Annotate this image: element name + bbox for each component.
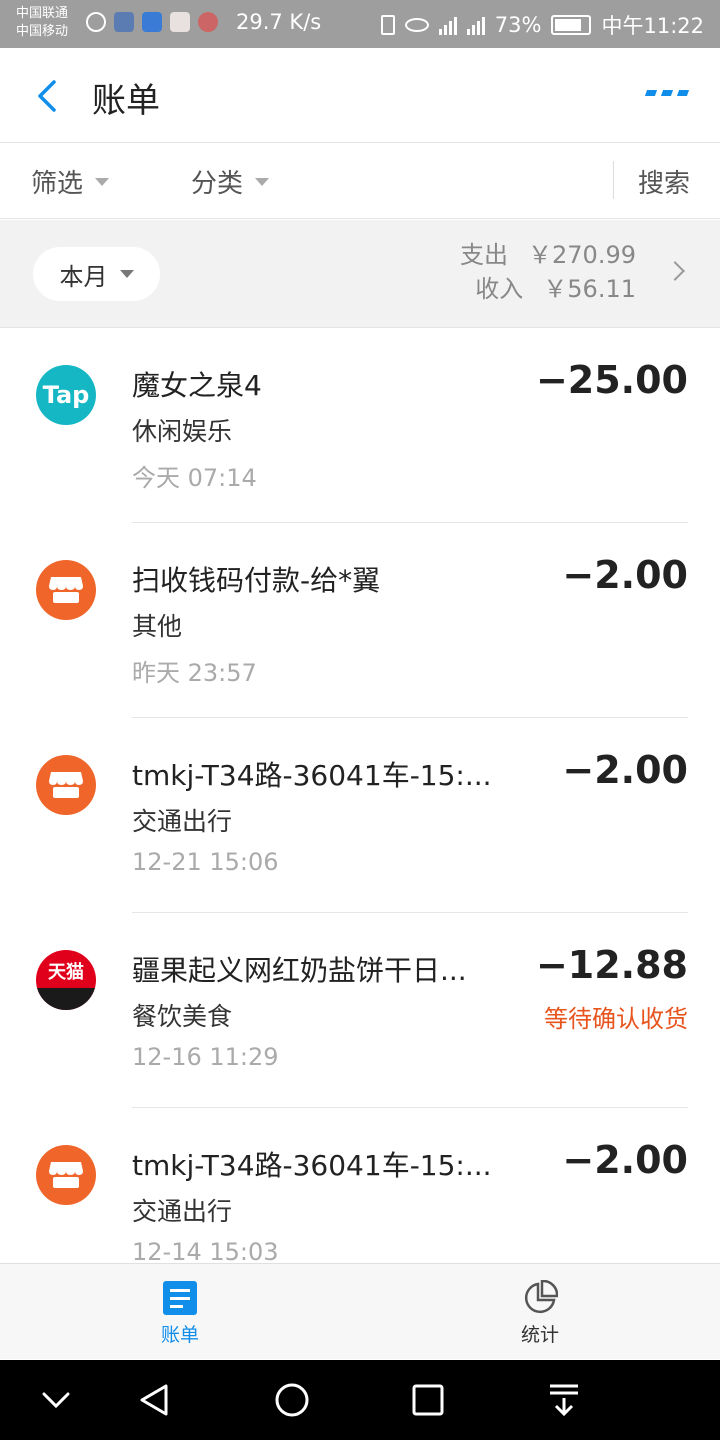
- transaction-time: 今天 07:14: [132, 464, 257, 492]
- filter-label: 筛选: [31, 169, 84, 199]
- transaction-amount: −12.88: [535, 943, 688, 987]
- filter-dropdown[interactable]: 筛选: [31, 163, 110, 200]
- caret-down-icon: [95, 177, 110, 186]
- tap-icon-text: Tap: [42, 381, 90, 409]
- tab-stats[interactable]: 统计: [480, 1264, 600, 1360]
- app-notification-icon: [198, 12, 218, 32]
- transaction-row[interactable]: tmkj-T34路-36041车-15:... 交通出行 12-21 15:06…: [0, 718, 720, 913]
- tab-bill-label: 账单: [160, 1324, 199, 1346]
- month-label: 本月: [59, 262, 108, 291]
- bottom-tab-bar: 账单 统计: [0, 1263, 720, 1359]
- carrier-2: 中国移动: [16, 24, 69, 39]
- transaction-amount: −25.00: [535, 358, 688, 402]
- transaction-row[interactable]: Tap 魔女之泉4 休闲娱乐 今天 07:14 −25.00: [0, 328, 720, 523]
- back-button[interactable]: [28, 76, 68, 116]
- month-selector[interactable]: 本月: [33, 247, 160, 301]
- status-bar: 中国联通 中国移动 29.7 K/s 73% 中午11:22: [0, 0, 720, 48]
- caret-down-icon: [255, 177, 270, 186]
- transaction-time: 12-14 15:03: [132, 1238, 279, 1263]
- timer-icon: [86, 12, 106, 32]
- caret-down-icon: [119, 270, 134, 278]
- shop-icon: [36, 755, 96, 815]
- notification-icons: [86, 12, 218, 32]
- transaction-row[interactable]: 天猫 疆果起义网红奶盐饼干日... 餐饮美食 12-16 11:29 −12.8…: [0, 913, 720, 1108]
- category-dropdown[interactable]: 分类: [191, 163, 270, 200]
- transaction-category: 交通出行: [132, 807, 233, 836]
- pie-chart-icon: [524, 1280, 558, 1314]
- more-button[interactable]: [644, 90, 690, 102]
- bill-list-icon: [163, 1281, 197, 1315]
- summary-totals: 支出 ￥270.99 收入 ￥56.11: [460, 238, 636, 306]
- battery-icon: [551, 15, 592, 35]
- carrier-labels: 中国联通 中国移动: [16, 5, 68, 41]
- transaction-row[interactable]: tmkj-T34路-36041车-15:... 交通出行 12-14 15:03…: [0, 1108, 720, 1263]
- transaction-title: tmkj-T34路-36041车-15:...: [132, 759, 492, 792]
- shield-icon: [142, 12, 162, 32]
- shop-icon: [36, 1145, 96, 1205]
- transaction-title: 扫收钱码付款-给*翼: [132, 564, 381, 597]
- transaction-amount: −2.00: [562, 1138, 688, 1182]
- header: 账单: [0, 48, 720, 143]
- app-notification-icon: [170, 12, 190, 32]
- tmall-face-icon: [36, 988, 96, 1010]
- signal-icon: [466, 15, 485, 35]
- transaction-amount: −2.00: [562, 553, 688, 597]
- transaction-category: 交通出行: [132, 1197, 233, 1226]
- battery-level: 73%: [494, 13, 542, 37]
- more-dot-icon: [676, 90, 690, 96]
- tmall-icon-text: 天猫: [48, 962, 84, 983]
- expense-label: 支出: [460, 241, 509, 269]
- home-circle-icon[interactable]: [272, 1380, 312, 1420]
- tmall-icon: 天猫: [36, 950, 96, 1010]
- recents-square-icon[interactable]: [408, 1380, 448, 1420]
- tap-icon: Tap: [36, 365, 96, 425]
- storefront-icon: [49, 1162, 83, 1188]
- transaction-title: 疆果起义网红奶盐饼干日...: [132, 954, 467, 987]
- vibrate-icon: [380, 15, 395, 35]
- transaction-title: 魔女之泉4: [132, 369, 262, 402]
- transaction-time: 昨天 23:57: [132, 659, 257, 687]
- transaction-category: 休闲娱乐: [132, 417, 233, 446]
- chevron-left-icon: [38, 80, 56, 112]
- transaction-time: 12-21 15:06: [132, 848, 279, 876]
- transaction-status: 等待确认收货: [544, 1005, 688, 1033]
- eye-icon: [404, 18, 429, 32]
- network-speed: 29.7 K/s: [236, 10, 322, 34]
- more-dot-icon: [644, 90, 658, 96]
- back-triangle-icon[interactable]: [136, 1380, 176, 1420]
- notification-pulldown-icon[interactable]: [544, 1380, 584, 1420]
- income-amount: ￥56.11: [543, 275, 636, 303]
- tab-stats-label: 统计: [520, 1324, 559, 1346]
- chevron-down-icon[interactable]: [36, 1380, 76, 1420]
- page-title: 账单: [92, 81, 160, 121]
- category-label: 分类: [191, 169, 244, 199]
- app-notification-icon: [114, 12, 134, 32]
- storefront-icon: [49, 772, 83, 798]
- tab-bill[interactable]: 账单: [120, 1264, 240, 1360]
- clock: 中午11:22: [601, 14, 704, 38]
- transaction-category: 其他: [132, 612, 183, 641]
- expense-amount: ￥270.99: [528, 241, 636, 269]
- storefront-icon: [49, 577, 83, 603]
- system-nav-bar: [0, 1360, 720, 1440]
- search-button[interactable]: 搜索: [638, 163, 690, 200]
- shop-icon: [36, 560, 96, 620]
- carrier-1: 中国联通: [16, 6, 69, 21]
- income-label: 收入: [475, 275, 524, 303]
- more-dot-icon: [660, 90, 674, 96]
- transaction-category: 餐饮美食: [132, 1002, 233, 1031]
- chevron-right-icon[interactable]: [665, 261, 685, 281]
- transaction-amount: −2.00: [562, 748, 688, 792]
- transaction-list: Tap 魔女之泉4 休闲娱乐 今天 07:14 −25.00 扫收钱码付款-给*…: [0, 328, 720, 1263]
- filter-bar: 筛选 分类 搜索: [0, 143, 720, 219]
- transaction-row[interactable]: 扫收钱码付款-给*翼 其他 昨天 23:57 −2.00: [0, 523, 720, 718]
- transaction-time: 12-16 11:29: [132, 1043, 279, 1071]
- transaction-title: tmkj-T34路-36041车-15:...: [132, 1149, 492, 1182]
- signal-icon: [438, 15, 457, 35]
- status-right: 73% 中午11:22: [380, 10, 704, 40]
- month-summary: 本月 支出 ￥270.99 收入 ￥56.11: [0, 220, 720, 328]
- divider: [613, 161, 614, 199]
